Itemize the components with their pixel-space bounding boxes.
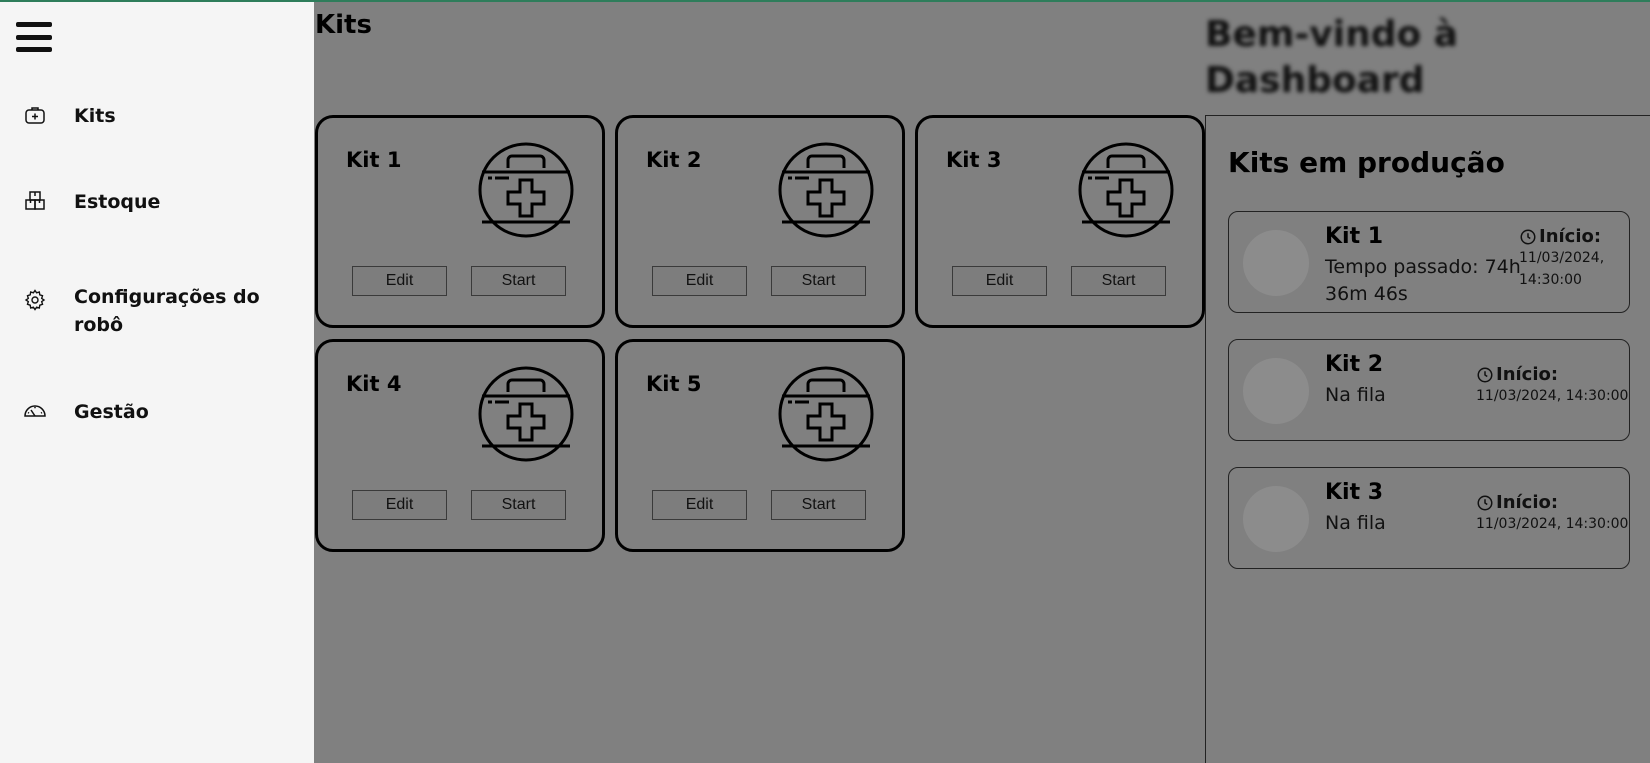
kit-card: Kit 5 Edit Start <box>615 339 905 552</box>
start-button[interactable]: Start <box>1071 266 1166 296</box>
clock-icon <box>1520 229 1536 244</box>
menu-icon[interactable] <box>16 22 52 52</box>
edit-button[interactable]: Edit <box>652 490 747 520</box>
gear-icon <box>20 287 50 313</box>
clock-icon <box>1477 495 1493 510</box>
sidebar-item-kits[interactable]: Kits <box>20 102 274 130</box>
edit-button[interactable]: Edit <box>952 266 1047 296</box>
production-item-status: Tempo passado: 74h 36m 46s <box>1325 256 1521 305</box>
start-info: Início: 11/03/2024, 14:30:00 <box>1519 226 1619 291</box>
production-item-name: Kit 2 <box>1325 352 1384 377</box>
medkit-icon <box>478 366 574 462</box>
production-item[interactable]: Kit 3 Na fila Início: 11/03/2024, 14:30:… <box>1228 467 1630 569</box>
start-time: 11/03/2024, 14:30:00 <box>1476 388 1629 404</box>
start-info: Início: 11/03/2024, 14:30:00 <box>1476 364 1628 407</box>
kit-name: Kit 3 <box>946 148 1002 172</box>
start-label: Início: <box>1496 364 1559 385</box>
start-button[interactable]: Start <box>771 490 866 520</box>
avatar <box>1243 230 1309 296</box>
kit-card: Kit 2 Edit Start <box>615 115 905 328</box>
production-item-name: Kit 3 <box>1325 480 1384 505</box>
sidebar-item-label: Configurações do robô <box>74 286 260 336</box>
edit-button[interactable]: Edit <box>352 490 447 520</box>
start-button[interactable]: Start <box>471 266 566 296</box>
production-item[interactable]: Kit 1 Tempo passado: 74h 36m 46s Início:… <box>1228 211 1630 313</box>
sidebar-item-label: Kits <box>74 105 116 127</box>
welcome-heading: Bem-vindo à Dashboard <box>1205 14 1459 101</box>
production-item[interactable]: Kit 2 Na fila Início: 11/03/2024, 14:30:… <box>1228 339 1630 441</box>
medkit-icon <box>1078 142 1174 238</box>
boxes-icon <box>20 188 50 214</box>
start-time: 11/03/2024, 14:30:00 <box>1519 250 1605 288</box>
sidebar-item-label: Estoque <box>74 191 161 213</box>
start-label: Início: <box>1496 492 1559 513</box>
start-info: Início: 11/03/2024, 14:30:00 <box>1476 492 1628 535</box>
medkit-icon <box>778 366 874 462</box>
start-button[interactable]: Start <box>471 490 566 520</box>
kit-name: Kit 2 <box>646 148 702 172</box>
kit-name: Kit 5 <box>646 372 702 396</box>
start-label: Início: <box>1539 226 1602 247</box>
production-title: Kits em produção <box>1228 146 1505 179</box>
clock-icon <box>1477 367 1493 382</box>
avatar <box>1243 486 1309 552</box>
medkit-icon <box>778 142 874 238</box>
medkit-icon <box>20 102 50 128</box>
kit-card: Kit 3 Edit Start <box>915 115 1205 328</box>
sidebar-item-gestao[interactable]: Gestão <box>20 398 274 426</box>
sidebar-item-estoque[interactable]: Estoque <box>20 188 274 216</box>
edit-button[interactable]: Edit <box>352 266 447 296</box>
start-time: 11/03/2024, 14:30:00 <box>1476 516 1629 532</box>
medkit-icon <box>478 142 574 238</box>
kit-card: Kit 1 Edit Start <box>315 115 605 328</box>
start-button[interactable]: Start <box>771 266 866 296</box>
avatar <box>1243 358 1309 424</box>
sidebar: Kits Estoque Configurações do robô Gestã… <box>0 2 314 763</box>
page-title: Kits <box>315 10 372 40</box>
production-panel: Kits em produção Kit 1 Tempo passado: 74… <box>1205 115 1650 763</box>
sidebar-item-configuracoes[interactable]: Configurações do robô <box>20 283 274 339</box>
kit-name: Kit 4 <box>346 372 402 396</box>
kit-card: Kit 4 Edit Start <box>315 339 605 552</box>
sidebar-item-label: Gestão <box>74 401 149 423</box>
production-item-name: Kit 1 <box>1325 224 1384 249</box>
edit-button[interactable]: Edit <box>652 266 747 296</box>
kit-name: Kit 1 <box>346 148 402 172</box>
gauge-icon <box>20 398 50 424</box>
